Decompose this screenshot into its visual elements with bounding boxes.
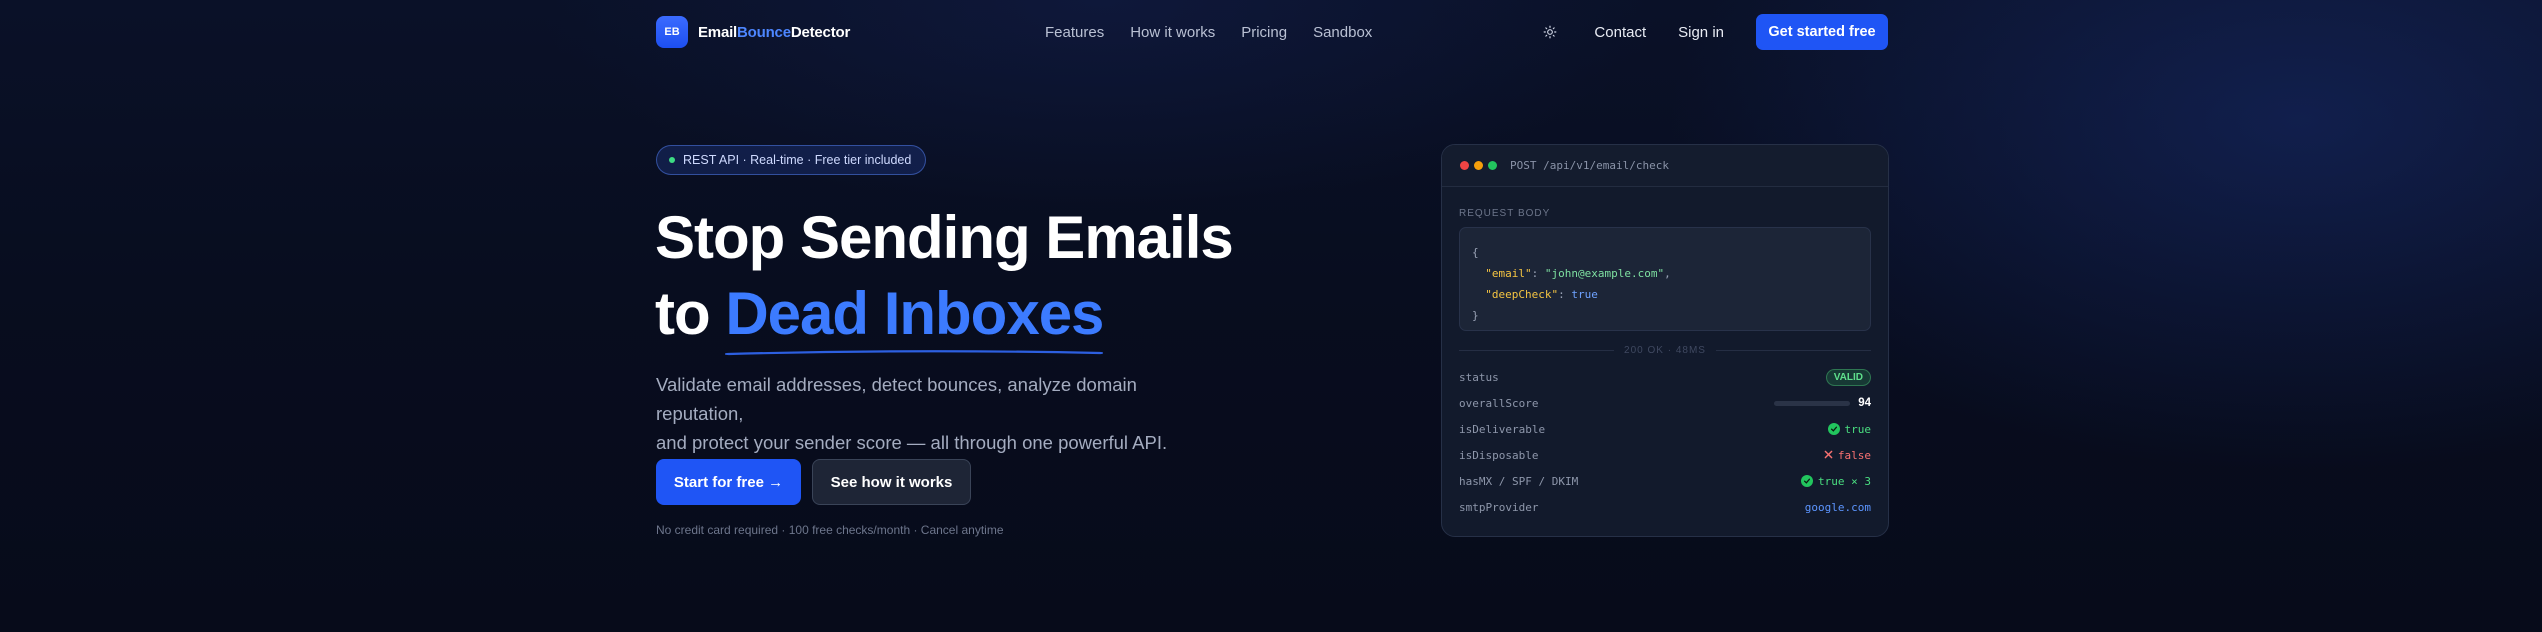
deliverable-value-text: true: [1844, 422, 1872, 436]
mx-value-text: true × 3: [1818, 474, 1871, 488]
row-key: isDeliverable: [1459, 422, 1546, 436]
code-deep-key: "deepCheck": [1485, 288, 1559, 301]
score-bar: [1774, 400, 1851, 406]
contact-link[interactable]: Contact: [1594, 24, 1646, 41]
check-circle-icon: [1827, 423, 1840, 435]
response-row-smtp: smtpProvider google.com: [1459, 494, 1871, 520]
fineprint: No credit card required · 100 free check…: [656, 523, 1004, 537]
code-deep-line: "deepCheck": true: [1485, 288, 1598, 301]
nav-link-sandbox[interactable]: Sandbox: [1313, 24, 1372, 41]
row-key: smtpProvider: [1459, 500, 1539, 514]
nav-links: Features How it works Pricing Sandbox: [1045, 24, 1372, 41]
api-demo-card: POST /api/v1/email/check REQUEST BODY { …: [1441, 144, 1889, 537]
code-close-brace: }: [1472, 309, 1479, 322]
code-email-value: "john@example.com": [1544, 267, 1665, 280]
row-key: hasMX / SPF / DKIM: [1459, 474, 1579, 488]
card-header: POST /api/v1/email/check: [1442, 145, 1888, 187]
underline-decoration: [725, 350, 1104, 356]
status-dot-icon: [669, 157, 675, 163]
row-key: status: [1459, 370, 1499, 384]
hero-title-prefix: to: [655, 280, 726, 347]
disposable-value-text: false: [1837, 448, 1871, 462]
response-rows: status VALID overallScore 94 isDeliverab…: [1459, 364, 1871, 520]
feature-pill: REST API · Real-time · Free tier include…: [656, 145, 927, 175]
request-body-label: REQUEST BODY: [1459, 208, 1551, 219]
green-dot-icon: [1488, 161, 1497, 170]
response-row-status: status VALID: [1459, 364, 1871, 390]
sign-in-link[interactable]: Sign in: [1678, 24, 1724, 41]
yellow-dot-icon: [1474, 161, 1483, 170]
score-value: 94: [1858, 397, 1871, 409]
sun-icon[interactable]: [1540, 22, 1560, 42]
hero-title: Stop Sending Emails to Dead Inboxes: [655, 200, 1234, 356]
logo-text-bounce: Bounce: [737, 23, 791, 41]
check-circle-icon: [1801, 475, 1814, 487]
response-row-disposable: isDisposable false: [1459, 442, 1871, 468]
status-badge: VALID: [1825, 368, 1871, 386]
code-deep-value: true: [1571, 288, 1598, 301]
score-display: 94: [1774, 397, 1871, 409]
x-mark-icon: [1824, 449, 1833, 462]
nav-link-how-it-works[interactable]: How it works: [1130, 24, 1215, 41]
divider-line-right: [1715, 350, 1872, 351]
card-body: REQUEST BODY { "email": "john@example.co…: [1442, 208, 1888, 520]
code-email-key: "email": [1485, 267, 1532, 280]
logo[interactable]: EB EmailBounceDetector: [656, 16, 850, 48]
logo-text-detector: Detector: [790, 23, 851, 41]
hero-title-highlight-text: Dead Inboxes: [725, 280, 1104, 347]
response-divider: 200 OK · 48MS: [1459, 345, 1872, 356]
nav-link-features[interactable]: Features: [1045, 24, 1104, 41]
code-open-brace: {: [1472, 246, 1479, 259]
top-nav: EB EmailBounceDetector Features How it w…: [656, 14, 1888, 50]
hero-title-highlight: Dead Inboxes: [725, 276, 1104, 356]
response-row-score: overallScore 94: [1459, 390, 1871, 416]
deliverable-value: true: [1827, 422, 1872, 436]
get-started-button[interactable]: Get started free: [1756, 14, 1888, 50]
response-status-text: 200 OK · 48MS: [1624, 345, 1706, 356]
nav-right: Contact Sign in Get started free: [1540, 14, 1888, 50]
red-dot-icon: [1460, 161, 1469, 170]
code-email-line: "email": "john@example.com",: [1485, 267, 1671, 280]
feature-pill-text: REST API · Real-time · Free tier include…: [683, 153, 912, 167]
response-row-deliverable: isDeliverable true: [1459, 416, 1871, 442]
nav-link-pricing[interactable]: Pricing: [1241, 24, 1287, 41]
hero-subtitle-line2: and protect your sender score — all thro…: [656, 432, 1168, 453]
hero-subtitle: Validate email addresses, detect bounces…: [656, 370, 1216, 457]
endpoint-label: POST /api/v1/email/check: [1510, 159, 1669, 172]
logo-text: EmailBounceDetector: [698, 24, 850, 41]
divider-line-left: [1459, 350, 1615, 351]
request-code-block: { "email": "john@example.com", "deepChec…: [1459, 227, 1871, 331]
mx-value: true × 3: [1801, 475, 1871, 488]
logo-text-email: Email: [698, 23, 738, 41]
logo-badge: EB: [656, 16, 688, 48]
response-row-mx: hasMX / SPF / DKIM true × 3: [1459, 468, 1871, 494]
hero-title-line1: Stop Sending Emails: [655, 204, 1234, 271]
start-free-button[interactable]: Start for free →: [656, 459, 801, 505]
row-key: isDisposable: [1459, 448, 1539, 462]
disposable-value: false: [1824, 449, 1871, 462]
hero-subtitle-line1: Validate email addresses, detect bounces…: [656, 374, 1137, 424]
hero-title-line2: to Dead Inboxes: [655, 276, 1233, 356]
smtp-provider-value: google.com: [1804, 500, 1871, 514]
see-how-it-works-button[interactable]: See how it works: [812, 459, 971, 505]
row-key: overallScore: [1459, 396, 1539, 410]
